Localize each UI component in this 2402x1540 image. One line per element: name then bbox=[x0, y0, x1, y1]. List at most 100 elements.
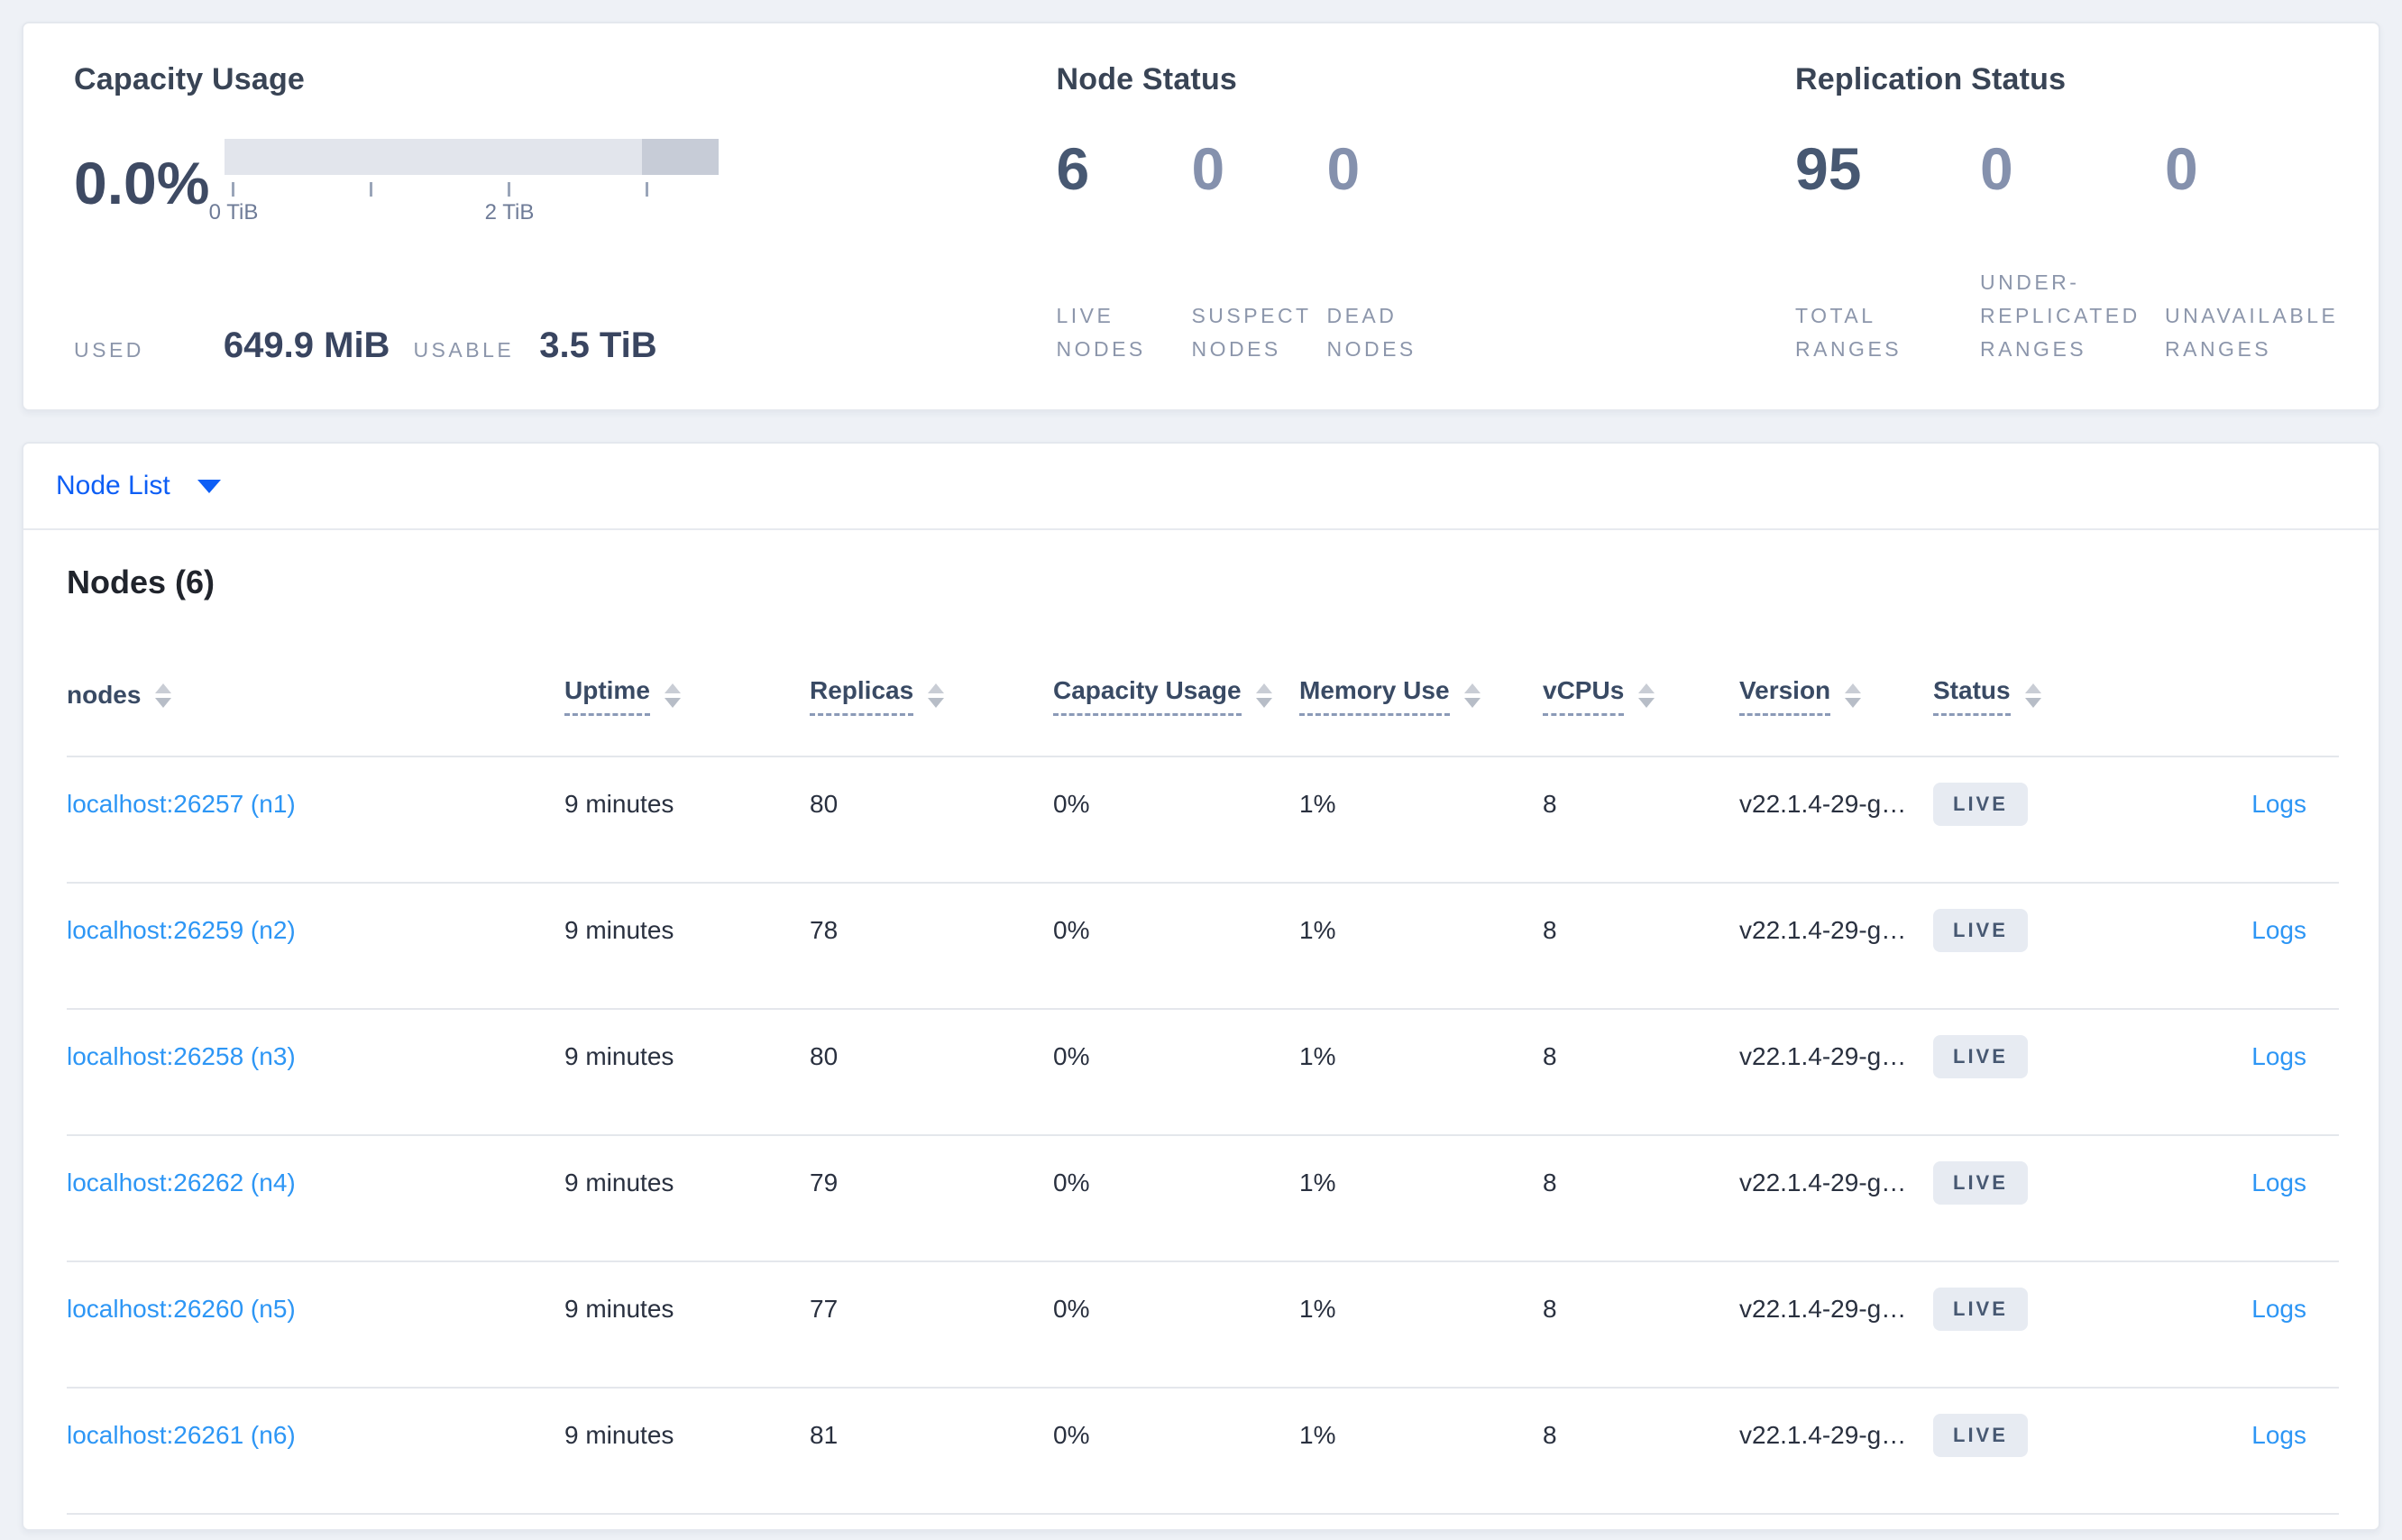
column-header-uptime[interactable]: Uptime bbox=[564, 635, 810, 757]
logs-link[interactable]: Logs bbox=[2251, 1042, 2306, 1070]
node-address-link[interactable]: localhost:26258 (n3) bbox=[67, 1042, 296, 1070]
uptime-cell: 9 minutes bbox=[564, 1388, 810, 1515]
column-header-vcpus[interactable]: vCPUs bbox=[1543, 635, 1739, 757]
unavailable-ranges-count: 0 bbox=[2165, 135, 2198, 202]
vcpus-cell: 8 bbox=[1543, 756, 1739, 884]
vcpus-cell: 8 bbox=[1543, 1261, 1739, 1389]
tick-mark bbox=[370, 182, 372, 197]
uptime-cell: 9 minutes bbox=[564, 1135, 810, 1262]
tick-mark bbox=[508, 182, 510, 197]
column-header-replicas[interactable]: Replicas bbox=[810, 635, 1053, 757]
capacity-percent-value: 0.0% bbox=[74, 150, 210, 216]
capacity-bar-track bbox=[225, 139, 719, 175]
table-row: localhost:26258 (n3) 9 minutes 80 0% 1% … bbox=[67, 1009, 2339, 1136]
capacity-usage-title: Capacity Usage bbox=[74, 62, 306, 96]
suspect-nodes-count: 0 bbox=[1191, 135, 1225, 202]
nodes-table: nodes Uptime Replicas Capacity Usage Mem… bbox=[67, 635, 2339, 1515]
uptime-cell: 9 minutes bbox=[564, 756, 810, 884]
capacity-usage-cell: 0% bbox=[1053, 883, 1299, 1010]
vcpus-cell: 8 bbox=[1543, 1135, 1739, 1262]
sort-arrows-icon bbox=[1638, 683, 1655, 708]
table-row: localhost:26262 (n4) 9 minutes 79 0% 1% … bbox=[67, 1135, 2339, 1262]
replicas-cell: 78 bbox=[810, 883, 1053, 1010]
column-header-capacity-usage[interactable]: Capacity Usage bbox=[1053, 635, 1299, 757]
capacity-bar-reserved-segment bbox=[642, 139, 719, 175]
tick-mark bbox=[646, 182, 648, 197]
table-row: localhost:26257 (n1) 9 minutes 80 0% 1% … bbox=[67, 756, 2339, 884]
total-ranges-label: TOTAL RANGES bbox=[1795, 304, 1902, 361]
logs-link[interactable]: Logs bbox=[2251, 1295, 2306, 1323]
caret-down-icon bbox=[197, 479, 221, 493]
node-list-card: Node List Nodes (6) nodes Uptime Replica… bbox=[22, 442, 2380, 1531]
vcpus-cell: 8 bbox=[1543, 883, 1739, 1010]
tick-mark bbox=[232, 182, 234, 197]
live-nodes-label: LIVE NODES bbox=[1056, 304, 1146, 361]
capacity-usage-cell: 0% bbox=[1053, 1261, 1299, 1389]
logs-link[interactable]: Logs bbox=[2251, 916, 2306, 944]
memory-use-cell: 1% bbox=[1299, 1261, 1543, 1389]
memory-use-cell: 1% bbox=[1299, 1135, 1543, 1262]
column-header-memory-use[interactable]: Memory Use bbox=[1299, 635, 1543, 757]
column-header-nodes[interactable]: nodes bbox=[67, 635, 564, 757]
column-header-logs bbox=[2113, 635, 2339, 757]
used-label: USED bbox=[74, 338, 144, 362]
logs-link[interactable]: Logs bbox=[2251, 1421, 2306, 1449]
live-nodes-count: 6 bbox=[1056, 135, 1090, 202]
uptime-cell: 9 minutes bbox=[564, 1261, 810, 1389]
logs-link[interactable]: Logs bbox=[2251, 1169, 2306, 1196]
sort-arrows-icon bbox=[1255, 683, 1272, 708]
node-status-stats: 6 LIVE NODES 0 SUSPECT NODES 0 DEAD NODE… bbox=[1056, 139, 1795, 366]
node-address-link[interactable]: localhost:26261 (n6) bbox=[67, 1421, 296, 1449]
cluster-overview-page: Capacity Usage 0.0% 0 TiB 2 TiB USED 649… bbox=[0, 0, 2402, 1540]
column-header-status[interactable]: Status bbox=[1933, 635, 2113, 757]
sort-arrows-icon bbox=[1845, 683, 1862, 708]
usable-value: 3.5 TiB bbox=[539, 325, 657, 365]
table-header-row: nodes Uptime Replicas Capacity Usage Mem… bbox=[67, 635, 2339, 757]
replicas-cell: 81 bbox=[810, 1388, 1053, 1515]
memory-use-cell: 1% bbox=[1299, 1009, 1543, 1136]
suspect-nodes-stat: 0 SUSPECT NODES bbox=[1191, 139, 1326, 366]
logs-link[interactable]: Logs bbox=[2251, 790, 2306, 818]
capacity-bar-chart: 0 TiB 2 TiB bbox=[209, 139, 719, 227]
node-address-link[interactable]: localhost:26260 (n5) bbox=[67, 1295, 296, 1323]
node-address-link[interactable]: localhost:26262 (n4) bbox=[67, 1169, 296, 1196]
dead-nodes-label: DEAD NODES bbox=[1326, 304, 1416, 361]
sort-arrows-icon bbox=[664, 683, 681, 708]
capacity-used-usable-row: USED 649.9 MiB USABLE 3.5 TiB bbox=[74, 325, 1056, 366]
sort-arrows-icon bbox=[928, 683, 945, 708]
replication-status-stats: 95 TOTAL RANGES 0 UNDER-REPLICATED RANGE… bbox=[1795, 139, 2350, 366]
total-ranges-count: 95 bbox=[1795, 135, 1862, 202]
table-row: localhost:26259 (n2) 9 minutes 78 0% 1% … bbox=[67, 883, 2339, 1010]
status-badge: LIVE bbox=[1933, 1288, 2028, 1331]
version-cell: v22.1.4-29-g… bbox=[1739, 883, 1933, 1010]
capacity-usage-cell: 0% bbox=[1053, 756, 1299, 884]
uptime-cell: 9 minutes bbox=[564, 883, 810, 1010]
capacity-usage-cell: 0% bbox=[1053, 1009, 1299, 1136]
memory-use-cell: 1% bbox=[1299, 1388, 1543, 1515]
view-selector-bar: Node List bbox=[23, 444, 2379, 530]
under-replicated-ranges-stat: 0 UNDER-REPLICATED RANGES bbox=[1980, 139, 2165, 366]
under-replicated-ranges-label: UNDER-REPLICATED RANGES bbox=[1980, 270, 2141, 361]
memory-use-cell: 1% bbox=[1299, 756, 1543, 884]
node-address-link[interactable]: localhost:26257 (n1) bbox=[67, 790, 296, 818]
view-selector-dropdown[interactable]: Node List bbox=[56, 471, 221, 501]
node-address-link[interactable]: localhost:26259 (n2) bbox=[67, 916, 296, 944]
nodes-table-title: Nodes (6) bbox=[67, 564, 215, 600]
replicas-cell: 80 bbox=[810, 756, 1053, 884]
dead-nodes-stat: 0 DEAD NODES bbox=[1326, 139, 1462, 366]
node-status-title: Node Status bbox=[1056, 62, 1238, 96]
vcpus-cell: 8 bbox=[1543, 1009, 1739, 1136]
vcpus-cell: 8 bbox=[1543, 1388, 1739, 1515]
nodes-table-section: Nodes (6) nodes Uptime Replicas Capacity… bbox=[23, 530, 2379, 1529]
axis-tick-label: 0 TiB bbox=[208, 200, 259, 225]
version-cell: v22.1.4-29-g… bbox=[1739, 756, 1933, 884]
view-selector-label: Node List bbox=[56, 471, 170, 500]
status-badge: LIVE bbox=[1933, 1161, 2028, 1205]
axis-tick-label: 2 TiB bbox=[484, 200, 535, 225]
status-badge: LIVE bbox=[1933, 783, 2028, 826]
version-cell: v22.1.4-29-g… bbox=[1739, 1388, 1933, 1515]
cluster-summary-bar: Capacity Usage 0.0% 0 TiB 2 TiB USED 649… bbox=[22, 22, 2380, 411]
dead-nodes-count: 0 bbox=[1326, 135, 1361, 202]
capacity-axis-labels: 0 TiB 2 TiB bbox=[209, 200, 719, 227]
column-header-version[interactable]: Version bbox=[1739, 635, 1933, 757]
